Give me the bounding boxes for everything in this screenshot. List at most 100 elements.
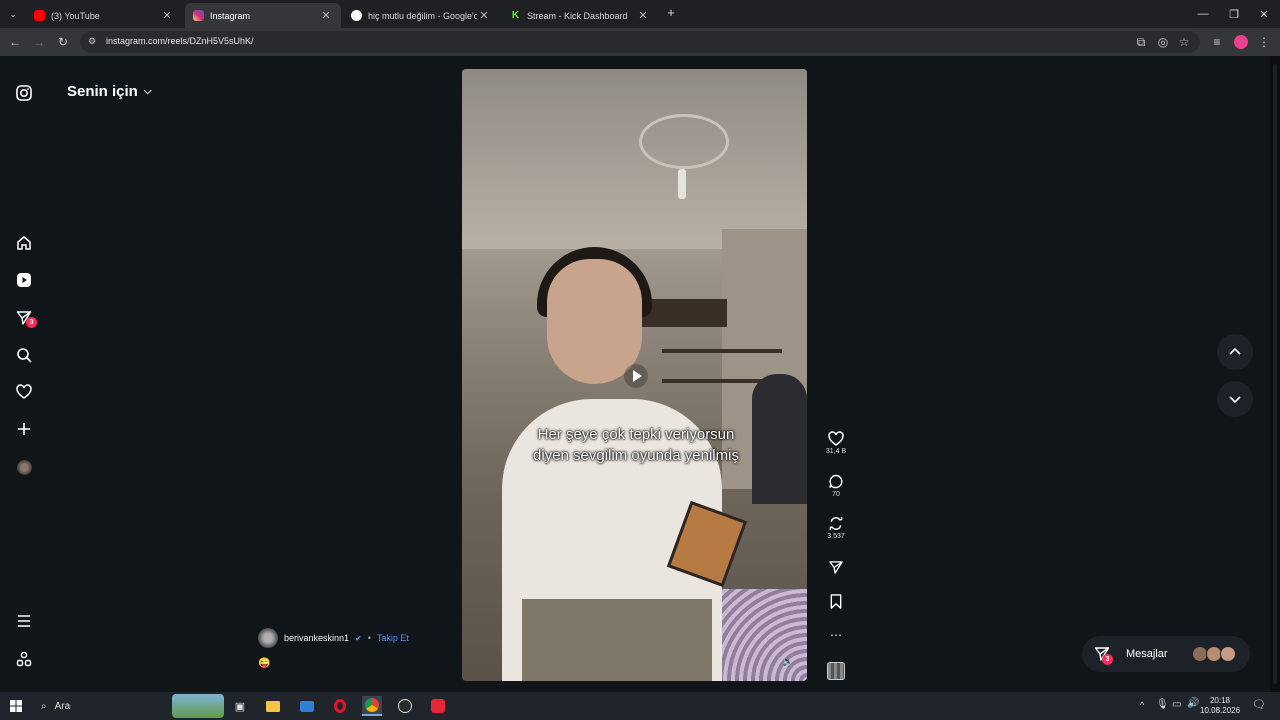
recording-app-icon[interactable] [428, 696, 448, 716]
instagram-icon [193, 10, 204, 21]
contact-avatar [1220, 646, 1236, 662]
rug [712, 589, 807, 681]
mail-icon[interactable] [297, 696, 317, 716]
like-count: 31,4 B [825, 448, 847, 455]
profile-avatar[interactable] [1234, 35, 1248, 49]
more-menu-icon[interactable] [14, 611, 34, 631]
repost-button[interactable]: 3.537 [821, 516, 851, 540]
comment-button[interactable]: 70 [821, 474, 851, 498]
reel-author: berivankeskinn1 ✔ • Takip Et [258, 628, 409, 648]
browser-tab-bar: ⌄ (3) YouTube ✕ Instagram ✕ hiç mutlu de… [0, 0, 1280, 28]
reload-icon[interactable]: ↻ [56, 35, 70, 49]
ceiling-ornament [639, 114, 729, 169]
network-icon[interactable]: ▭ [1172, 699, 1181, 710]
task-view-icon[interactable]: ▣ [230, 696, 250, 716]
close-tab-icon[interactable]: ✕ [160, 9, 174, 22]
tab-title: hiç mutlu değilim - Google'da [368, 10, 477, 21]
tab-title: Instagram [210, 10, 251, 21]
minimize-icon[interactable]: — [1187, 0, 1219, 28]
reel-caption: Her şeye çok tepki veriyorsun diyen sevg… [533, 426, 739, 464]
messages-badge: 3 [26, 317, 37, 328]
install-app-icon[interactable]: ⧉ [1134, 35, 1148, 49]
back-icon[interactable]: ← [8, 35, 22, 49]
tab-instagram[interactable]: Instagram ✕ [185, 3, 341, 28]
scrollbar[interactable] [1270, 56, 1280, 692]
address-bar[interactable]: ⚙ instagram.com/reels/DZnH5V5sUhK/ [80, 31, 1200, 53]
heart-icon[interactable] [14, 382, 34, 402]
ceiling-lamp [678, 169, 686, 199]
search-icon: ⌕ [41, 700, 47, 712]
windows-taskbar: ⌕ Ara ▣ ^ 🎙 ▭ 🔊 20:18 10.08.2026 🗨 [0, 692, 1280, 720]
share-button[interactable] [821, 560, 851, 575]
create-icon[interactable] [14, 419, 34, 439]
messages-label: Mesajlar [1126, 648, 1168, 660]
close-tab-icon[interactable]: ✕ [636, 9, 650, 22]
tab-kick[interactable]: K Stream - Kick Dashboard ✕ [502, 3, 658, 28]
microphone-icon[interactable]: 🎙 [1156, 699, 1169, 710]
windows-start-icon[interactable] [6, 696, 26, 716]
wall-shelf [662, 349, 782, 353]
messages-icon[interactable]: 3 [14, 308, 37, 328]
search-highlight-image[interactable] [172, 694, 224, 718]
more-options-icon[interactable]: ⋯ [821, 628, 851, 642]
author-avatar[interactable] [258, 628, 278, 648]
obs-icon[interactable] [395, 696, 415, 716]
tab-title: Stream - Kick Dashboard [527, 10, 628, 21]
audio-thumbnail[interactable] [827, 662, 845, 680]
taskbar-search[interactable]: ⌕ Ara [33, 694, 173, 718]
repost-count: 3.537 [827, 533, 845, 540]
chevron-down-icon [1229, 396, 1241, 404]
like-button[interactable]: 31,4 B [821, 431, 851, 455]
close-tab-icon[interactable]: ✕ [319, 9, 333, 22]
follow-button[interactable]: Takip Et [377, 633, 409, 643]
close-window-icon[interactable]: ✕ [1248, 0, 1280, 28]
new-tab-icon[interactable]: + [664, 6, 678, 20]
feed-title-label: Senin için [67, 83, 138, 100]
forward-icon[interactable]: → [32, 35, 46, 49]
youtube-icon [34, 10, 45, 21]
messages-badge: 3 [1102, 654, 1113, 665]
messages-button[interactable]: 3 Mesajlar [1082, 636, 1250, 672]
bookmark-star-icon[interactable]: ☆ [1177, 35, 1191, 49]
tab-google[interactable]: hiç mutlu değilim - Google'da ✕ [343, 3, 499, 28]
next-reel-button[interactable] [1217, 381, 1253, 417]
verified-badge-icon: ✔ [355, 633, 362, 643]
instagram-logo-icon[interactable] [14, 83, 34, 103]
clock-date: 10.08.2026 [1200, 706, 1241, 715]
opera-icon[interactable] [330, 696, 350, 716]
background-person [752, 374, 807, 504]
browser-toolbar: ← → ↻ ⚙ instagram.com/reels/DZnH5V5sUhK/… [0, 28, 1280, 56]
chevron-up-icon [1229, 347, 1241, 355]
tab-youtube[interactable]: (3) YouTube ✕ [26, 3, 182, 28]
notifications-icon[interactable]: 🗨 [1252, 698, 1266, 711]
eye-off-icon[interactable]: ◎ [1156, 35, 1170, 49]
reel-emoji: 😜 [258, 658, 271, 669]
feed-title[interactable]: Senin için ⌵ [67, 83, 151, 100]
restore-icon[interactable]: ❐ [1218, 0, 1250, 28]
video-ceiling [462, 69, 807, 249]
close-tab-icon[interactable]: ✕ [477, 9, 491, 22]
mute-icon[interactable]: 🔈 [782, 656, 793, 667]
media-controls-icon[interactable]: ≡ [1210, 35, 1224, 49]
volume-icon[interactable]: 🔊 [1187, 698, 1199, 709]
site-info-icon[interactable]: ⚙ [88, 36, 96, 47]
home-icon[interactable] [14, 233, 34, 253]
previous-reel-button[interactable] [1217, 334, 1253, 370]
taskbar-clock[interactable]: 20:18 10.08.2026 [1200, 696, 1240, 716]
google-icon [351, 10, 362, 21]
reels-icon[interactable] [14, 270, 34, 290]
search-icon[interactable] [14, 345, 34, 365]
play-icon[interactable] [624, 364, 648, 388]
file-explorer-icon[interactable] [263, 696, 283, 716]
kick-icon: K [510, 10, 521, 21]
taskbar-search-label: Ara [54, 700, 71, 712]
menu-icon[interactable]: ⋮ [1257, 35, 1271, 49]
tab-title: (3) YouTube [51, 10, 100, 21]
author-username[interactable]: berivankeskinn1 [284, 633, 349, 643]
tray-chevron-up-icon[interactable]: ^ [1140, 700, 1144, 710]
save-button[interactable] [821, 594, 851, 609]
profile-avatar-icon[interactable] [14, 457, 34, 477]
tab-search-icon[interactable]: ⌄ [6, 7, 20, 21]
chrome-icon[interactable] [362, 696, 382, 716]
also-from-meta-icon[interactable] [14, 649, 34, 669]
